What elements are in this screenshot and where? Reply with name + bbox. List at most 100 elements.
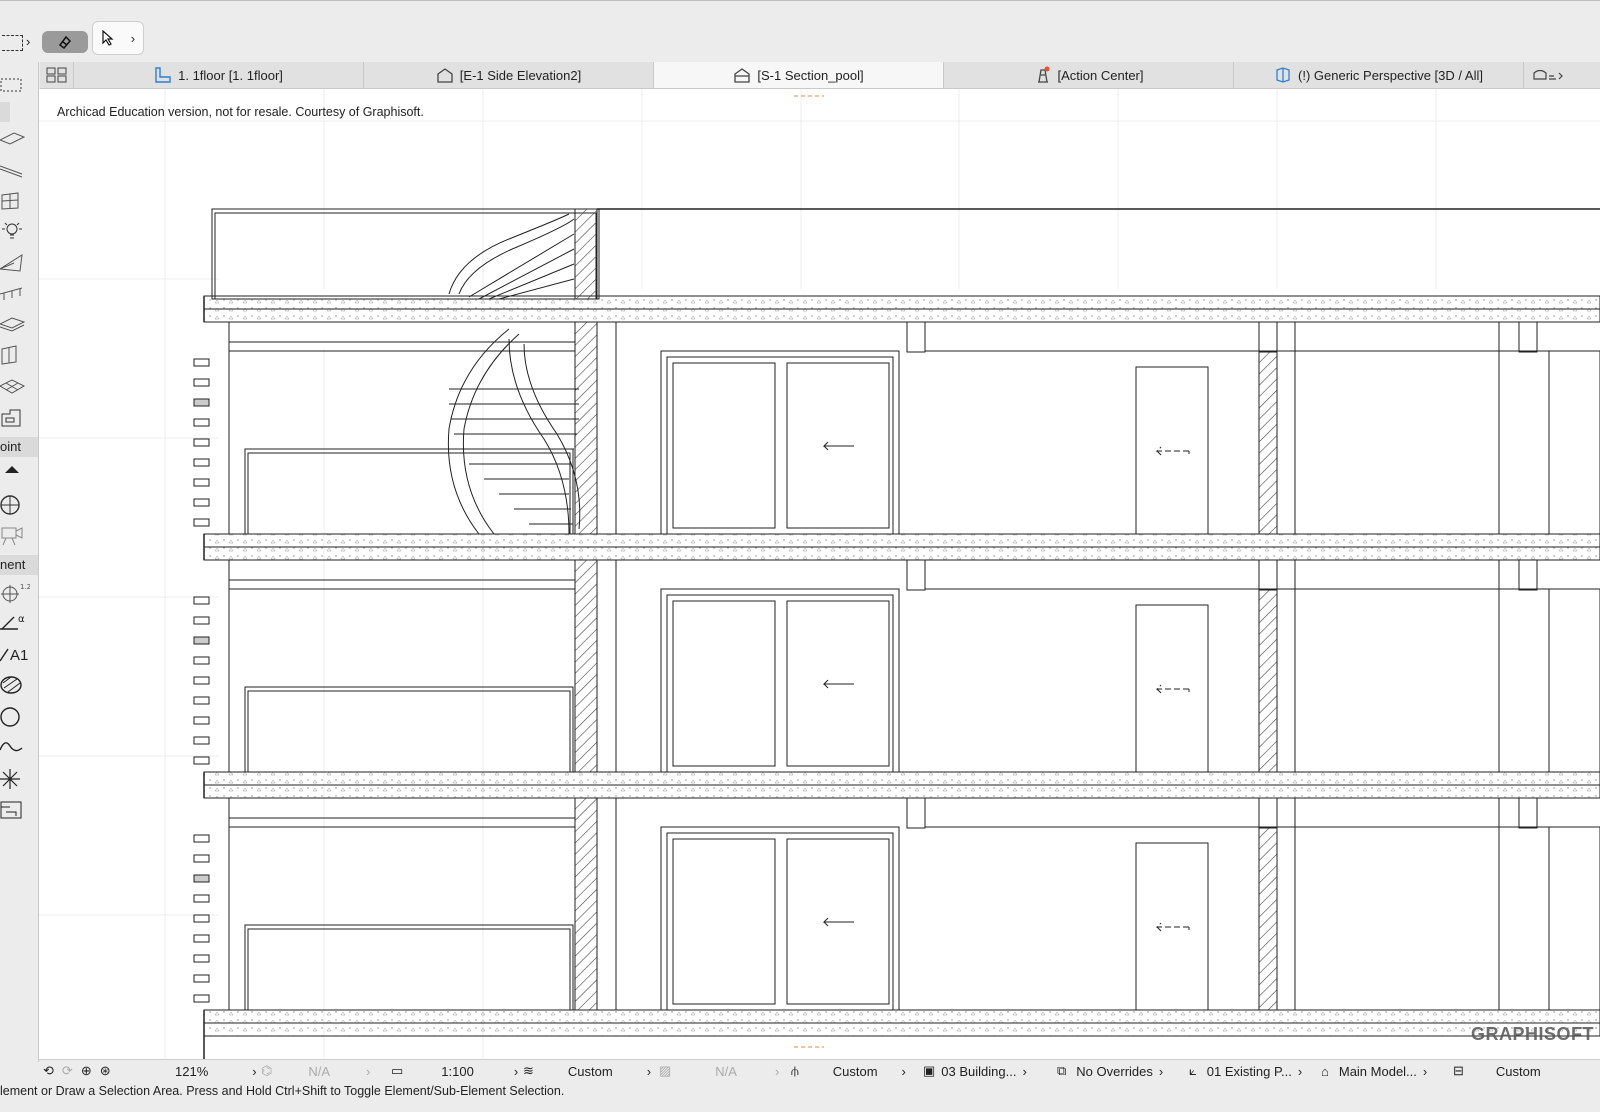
zoom-in-icon[interactable]: ⊕ bbox=[81, 1063, 92, 1079]
structure-display-control[interactable]: ⌂ Main Model... › bbox=[1321, 1060, 1427, 1082]
arrow-selection-button[interactable]: › bbox=[92, 21, 144, 55]
spline-icon[interactable] bbox=[0, 734, 38, 760]
scale-control[interactable]: ▭ 1:100 › bbox=[391, 1060, 518, 1082]
svg-text:α: α bbox=[18, 614, 25, 625]
arrow-options-chevron[interactable]: › bbox=[131, 31, 135, 46]
undo-icon[interactable]: ⟲ bbox=[43, 1063, 54, 1079]
grid-overview-icon bbox=[46, 67, 66, 83]
tab-label: [S-1 Section_pool] bbox=[757, 67, 864, 83]
elevation-icon bbox=[437, 68, 453, 83]
slab-icon[interactable] bbox=[0, 126, 38, 152]
layer-combo-value: Custom bbox=[567, 1063, 613, 1079]
curtain-wall-icon[interactable] bbox=[0, 342, 38, 368]
structure-icon: ⌂ bbox=[1321, 1063, 1329, 1079]
tab-overview-button[interactable] bbox=[40, 62, 74, 88]
chevron-right-icon: › bbox=[513, 1063, 519, 1079]
pen-value: N/A bbox=[308, 1063, 331, 1079]
tab-label: [Action Center] bbox=[1057, 67, 1144, 83]
railing-icon[interactable] bbox=[0, 280, 38, 306]
toolbox-group-document[interactable]: nent bbox=[0, 555, 38, 575]
dimension-style-control[interactable]: ⊟ Custom bbox=[1453, 1060, 1541, 1082]
tab-1floor[interactable]: 1. 1floor [1. 1floor] bbox=[74, 62, 364, 88]
renovation-value: 03 Building... bbox=[941, 1063, 1017, 1079]
zoom-level-control[interactable]: 121% › bbox=[175, 1060, 257, 1082]
graphic-override-control[interactable]: ⧉ No Overrides › bbox=[1057, 1060, 1163, 1082]
chevron-right-icon: › bbox=[1022, 1063, 1027, 1079]
circle-icon[interactable] bbox=[0, 704, 38, 730]
renovation-icon: ▣ bbox=[923, 1063, 936, 1078]
svg-text:1.2: 1.2 bbox=[20, 583, 30, 591]
tab-section-pool[interactable]: [S-1 Section_pool] bbox=[654, 62, 944, 88]
fill-icon[interactable] bbox=[0, 672, 38, 698]
pen-control[interactable]: ⌬ N/A › bbox=[261, 1060, 370, 1082]
magnet-icon bbox=[58, 35, 72, 50]
tab-action-center[interactable]: [Action Center] bbox=[944, 62, 1234, 88]
marquee-icon[interactable] bbox=[0, 72, 38, 98]
gravity-toggle-button[interactable] bbox=[42, 31, 88, 53]
camera-icon[interactable] bbox=[0, 522, 38, 548]
renovation-filter-control[interactable]: ▣ 03 Building... › bbox=[923, 1060, 1027, 1082]
marquee-tool-icon[interactable] bbox=[2, 35, 23, 51]
zoom-fit-icon[interactable]: ⊛ bbox=[100, 1063, 111, 1079]
window-icon[interactable] bbox=[0, 188, 38, 214]
cursor-arrow-icon bbox=[102, 30, 114, 46]
chevron-right-icon: › bbox=[366, 1063, 371, 1079]
collapse-triangle-icon[interactable] bbox=[0, 462, 38, 478]
chevron-right-icon: › bbox=[1422, 1063, 1428, 1079]
fill-pattern-icon: ▨ bbox=[659, 1063, 672, 1078]
tab-label: (!) Generic Perspective [3D / All] bbox=[1298, 67, 1483, 83]
action-center-icon bbox=[1037, 66, 1049, 83]
section-drawing bbox=[39, 89, 1600, 1059]
tab-label: [E-1 Side Elevation2] bbox=[459, 67, 582, 83]
tab-label: 1. 1floor [1. 1floor] bbox=[178, 67, 283, 83]
chevron-right-icon: › bbox=[901, 1063, 906, 1079]
section-canvas[interactable]: Archicad Education version, not for resa… bbox=[39, 89, 1600, 1059]
top-toolbar: › › bbox=[0, 0, 1600, 63]
tab-side-elevation[interactable]: [E-1 Side Elevation2] bbox=[364, 62, 654, 88]
chevron-right-icon: › bbox=[774, 1063, 780, 1079]
selected-tool-strip bbox=[0, 102, 10, 122]
object-icon[interactable] bbox=[0, 406, 38, 432]
chevron-right-icon: › bbox=[646, 1063, 652, 1079]
tab-generic-perspective[interactable]: (!) Generic Perspective [3D / All] bbox=[1234, 62, 1524, 88]
pen-icon: ⌬ bbox=[261, 1063, 273, 1078]
model-view-control[interactable]: ⟀ 01 Existing P... › bbox=[1189, 1060, 1302, 1082]
view-tabbar: 1. 1floor [1. 1floor] [E-1 Side Elevatio… bbox=[40, 62, 1600, 89]
pen-set-value: Custom bbox=[832, 1063, 878, 1079]
hotspot-icon[interactable] bbox=[0, 766, 38, 792]
section-marker-icon[interactable] bbox=[0, 492, 38, 518]
scale-value: 1:100 bbox=[441, 1063, 474, 1079]
toolbox-group-viewpoint[interactable]: oint bbox=[0, 437, 38, 457]
beam-icon[interactable] bbox=[0, 158, 38, 184]
education-watermark: Archicad Education version, not for resa… bbox=[57, 105, 424, 119]
stair-icon[interactable] bbox=[0, 310, 38, 336]
model-view-icon: ⟀ bbox=[1189, 1063, 1197, 1078]
mesh-icon[interactable] bbox=[0, 374, 38, 400]
layer-combination-control[interactable]: ≋ Custom › bbox=[523, 1060, 651, 1082]
drawing-icon[interactable] bbox=[0, 798, 38, 824]
tab-overflow-menu[interactable] bbox=[1524, 62, 1600, 88]
dimension-icon[interactable]: 1.2 bbox=[0, 580, 38, 606]
3d-icon bbox=[1276, 67, 1290, 83]
tab-list-icon bbox=[1533, 69, 1563, 80]
dimension-value: Custom bbox=[1495, 1063, 1541, 1079]
fill-control[interactable]: ▨ N/A › bbox=[659, 1060, 779, 1082]
marquee-options-chevron[interactable]: › bbox=[26, 34, 30, 49]
model-view-value: 01 Existing P... bbox=[1206, 1063, 1292, 1079]
pen-set-icon: ⫛ bbox=[791, 1063, 799, 1078]
chevron-right-icon: › bbox=[1297, 1063, 1303, 1079]
toolbox: oint nent 1.2 α A1 bbox=[0, 62, 47, 1062]
hint-text: lement or Draw a Selection Area. Press a… bbox=[0, 1084, 565, 1098]
overrides-value: No Overrides bbox=[1076, 1063, 1153, 1079]
pen-set-control[interactable]: ⫛ Custom › bbox=[791, 1060, 906, 1082]
text-icon[interactable]: A1 bbox=[0, 642, 38, 668]
section-icon bbox=[734, 68, 751, 83]
ruler-icon: ▭ bbox=[391, 1063, 404, 1078]
redo-icon[interactable]: ⟳ bbox=[62, 1063, 73, 1079]
lamp-icon[interactable] bbox=[0, 218, 38, 244]
status-bar: ⟲ ⟳ ⊕ ⊛ 121% › ⌬ N/A › ▭ 1:100 › ≋ Custo… bbox=[39, 1059, 1600, 1082]
layers-icon: ≋ bbox=[523, 1063, 534, 1078]
structure-value: Main Model... bbox=[1338, 1063, 1417, 1079]
roof-icon[interactable] bbox=[0, 250, 38, 276]
angle-icon[interactable]: α bbox=[0, 610, 38, 636]
